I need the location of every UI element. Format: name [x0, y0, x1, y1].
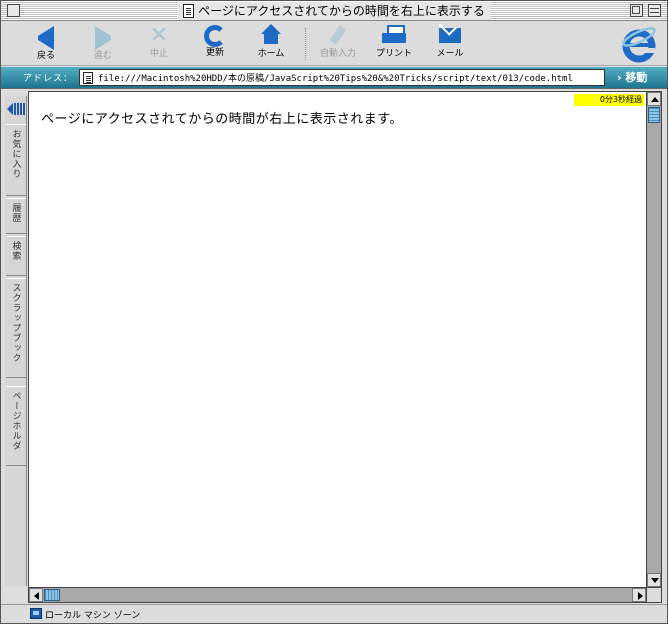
- document-icon: [183, 4, 195, 18]
- back-button[interactable]: 戻る: [18, 24, 74, 64]
- internet-explorer-logo-icon[interactable]: [621, 25, 657, 63]
- browser-window: ページにアクセスされてからの時間を右上に表示する 戻る 進む ✕ 中止 更新 ホ…: [0, 0, 668, 624]
- tab-search-label: 検索: [10, 241, 21, 261]
- vertical-scrollbar[interactable]: [647, 91, 662, 588]
- printer-icon: [381, 24, 407, 48]
- scroll-down-arrow-icon[interactable]: [647, 573, 661, 587]
- forward-label: 進む: [93, 51, 112, 61]
- explorer-bar-tabs: お気に入り 履歴 検索 スクラップブック ページホルダ: [5, 96, 27, 586]
- pencil-icon: [328, 24, 348, 48]
- title-inner: ページにアクセスされてからの時間を右上に表示する: [177, 2, 491, 20]
- page-content[interactable]: 0分3秒経過 ページにアクセスされてからの時間が右上に表示されます。: [28, 91, 647, 588]
- tab-favorites-label: お気に入り: [10, 129, 21, 179]
- refresh-label: 更新: [205, 48, 224, 58]
- mail-envelope-icon: [439, 24, 461, 48]
- go-button[interactable]: › 移動: [617, 69, 647, 86]
- tab-history[interactable]: 履歴: [6, 198, 26, 234]
- security-zone-text: ローカル マシン ゾーン: [45, 611, 141, 621]
- home-icon: [260, 24, 282, 48]
- vertical-scroll-thumb[interactable]: [648, 107, 660, 123]
- back-label: 戻る: [36, 51, 55, 61]
- tab-favorites[interactable]: お気に入り: [6, 124, 26, 196]
- scroll-right-arrow-icon[interactable]: [632, 588, 646, 602]
- address-bar: アドレス： › 移動: [1, 67, 667, 89]
- stop-button[interactable]: ✕ 中止: [131, 24, 187, 64]
- autofill-button[interactable]: 自動入力: [310, 24, 366, 64]
- tab-page-holder-label: ページホルダ: [10, 391, 21, 451]
- forward-arrow-icon: [95, 26, 111, 50]
- stop-x-icon: ✕: [149, 23, 169, 48]
- scroll-up-arrow-icon[interactable]: [647, 92, 661, 106]
- url-input[interactable]: [98, 72, 598, 83]
- resize-grip[interactable]: [647, 588, 662, 603]
- collapse-box[interactable]: [648, 4, 661, 17]
- address-label: アドレス：: [23, 74, 74, 84]
- tab-scrapbook[interactable]: スクラップブック: [6, 278, 26, 378]
- tab-history-label: 履歴: [10, 203, 21, 223]
- back-arrow-icon: [38, 26, 54, 50]
- horizontal-scroll-thumb[interactable]: [44, 589, 60, 601]
- horizontal-scrollbar[interactable]: [28, 588, 647, 603]
- tab-scrapbook-label: スクラップブック: [10, 283, 21, 363]
- elapsed-time-display: 0分3秒経過: [574, 94, 644, 106]
- window-title: ページにアクセスされてからの時間を右上に表示する: [198, 4, 485, 18]
- page-body-text: ページにアクセスされてからの時間が右上に表示されます。: [41, 112, 403, 127]
- tab-search[interactable]: 検索: [6, 236, 26, 276]
- title-wrap: ページにアクセスされてからの時間を右上に表示する: [1, 2, 667, 20]
- home-button[interactable]: ホーム: [243, 24, 299, 64]
- home-label: ホーム: [257, 49, 285, 59]
- forward-button[interactable]: 進む: [75, 24, 131, 64]
- zoom-box[interactable]: [630, 4, 643, 17]
- scroll-left-arrow-icon[interactable]: [29, 588, 43, 602]
- refresh-button[interactable]: 更新: [187, 24, 243, 64]
- mail-label: メール: [436, 49, 464, 59]
- address-field[interactable]: [79, 69, 605, 86]
- status-bar: ローカル マシン ゾーン: [1, 604, 667, 623]
- print-button[interactable]: プリント: [366, 24, 422, 64]
- stop-label: 中止: [149, 49, 168, 59]
- toolbar-separator: [305, 28, 306, 60]
- autofill-label: 自動入力: [319, 49, 356, 59]
- page-document-icon: [83, 71, 93, 84]
- refresh-icon: [204, 25, 226, 47]
- mail-button[interactable]: メール: [422, 24, 478, 64]
- computer-zone-icon: [30, 608, 42, 619]
- title-bar[interactable]: ページにアクセスされてからの時間を右上に表示する: [1, 1, 667, 21]
- explorer-bar-toggle-icon[interactable]: [7, 101, 25, 117]
- print-label: プリント: [375, 49, 412, 59]
- toolbar: 戻る 進む ✕ 中止 更新 ホーム 自動入力 プリント メール: [1, 22, 667, 66]
- tab-page-holder[interactable]: ページホルダ: [6, 386, 26, 466]
